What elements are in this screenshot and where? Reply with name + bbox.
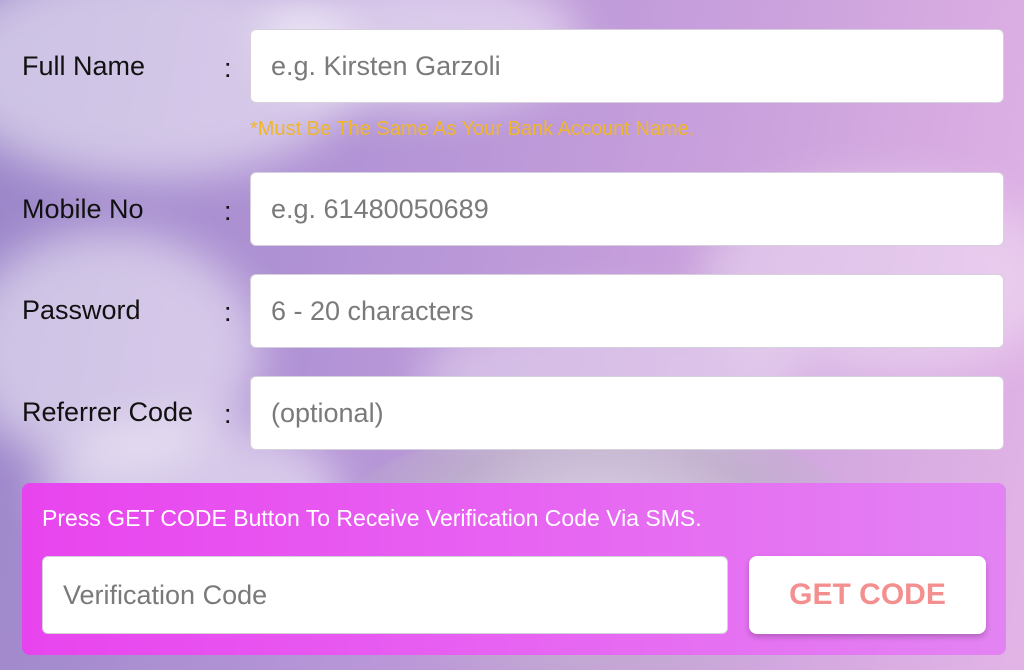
password-input[interactable]: [251, 275, 1003, 347]
full-name-colon: :: [224, 53, 232, 83]
get-code-button[interactable]: GET CODE: [749, 556, 986, 634]
full-name-field: [250, 29, 1004, 103]
verification-code-field: [42, 556, 728, 634]
mobile-field: [250, 172, 1004, 246]
referrer-code-label: Referrer Code: [22, 397, 194, 427]
full-name-label: Full Name: [22, 51, 146, 81]
mobile-input[interactable]: [251, 173, 1003, 245]
full-name-input[interactable]: [251, 30, 1003, 102]
full-name-hint: *Must Be The Same As Your Bank Account N…: [250, 118, 695, 140]
referrer-code-colon: :: [224, 399, 232, 429]
password-field: [250, 274, 1004, 348]
mobile-colon: :: [224, 196, 232, 226]
referrer-code-input[interactable]: [251, 377, 1003, 449]
registration-form: Full Name : *Must Be The Same As Your Ba…: [0, 0, 1024, 670]
verification-code-input[interactable]: [43, 557, 727, 633]
mobile-label: Mobile No: [22, 194, 144, 224]
sms-verification-panel: Press GET CODE Button To Receive Verific…: [22, 483, 1006, 655]
password-label: Password: [22, 295, 141, 325]
referrer-code-field: [250, 376, 1004, 450]
password-colon: :: [224, 297, 232, 327]
sms-instruction: Press GET CODE Button To Receive Verific…: [42, 505, 702, 531]
